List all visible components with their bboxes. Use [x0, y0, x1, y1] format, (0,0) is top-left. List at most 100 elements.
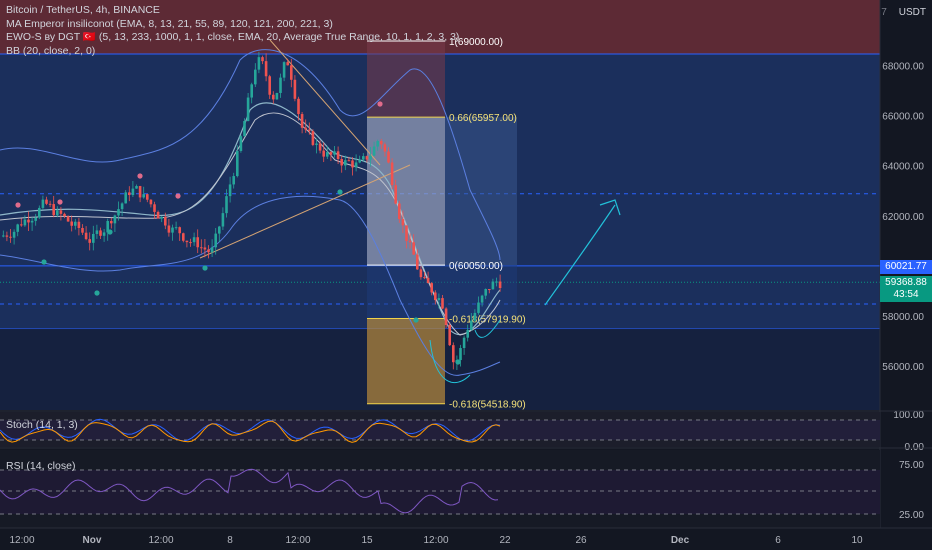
candle-body-63: [228, 184, 232, 197]
signal-dot-7: [377, 101, 383, 107]
candle-body-96: [347, 160, 351, 162]
price-tick-1: 66000.00: [882, 112, 924, 123]
signal-dot-6: [337, 189, 343, 195]
fib-zone-mid-right: [445, 117, 517, 266]
candle-body-128: [462, 337, 466, 349]
candle-body-46: [167, 225, 171, 233]
signal-dot-11: [202, 265, 208, 271]
candle-body-121: [437, 298, 441, 301]
candle-body-95: [344, 160, 347, 166]
candle-body-55: [200, 247, 203, 249]
candle-body-12: [45, 199, 48, 204]
candle-body-17: [63, 213, 66, 217]
candle-body-61: [221, 213, 225, 227]
candle-body-11: [41, 199, 45, 208]
candle-body-70: [254, 69, 257, 85]
candle-body-16: [59, 210, 63, 214]
candle-body-13: [48, 203, 52, 205]
candle-body-25: [92, 233, 95, 243]
candle-body-40: [146, 194, 149, 200]
candle-body-108: [390, 162, 394, 186]
candle-body-8: [30, 220, 34, 223]
indicator-ewo[interactable]: EWO-S ву DGT 🇹🇷 (5, 13, 233, 1000, 1, 1,…: [6, 31, 459, 45]
rsi-band: [0, 470, 880, 514]
time-label-10: 6: [775, 535, 781, 546]
candle-body-30: [110, 221, 113, 224]
fib-zone-bottom: [367, 318, 445, 404]
candle-body-38: [138, 186, 142, 198]
indicator-ma-emperor[interactable]: MA Emperor insiliconot (EMA, 8, 13, 21, …: [6, 18, 459, 32]
stoch-label[interactable]: Stoch (14, 1, 3): [6, 419, 78, 431]
candle-body-131: [473, 312, 477, 321]
candle-body-23: [84, 232, 88, 240]
indicator-bb[interactable]: BB (20, close, 2, 0): [6, 45, 459, 59]
candle-body-27: [99, 230, 102, 236]
candle-body-45: [164, 216, 167, 226]
candle-body-124: [448, 325, 451, 346]
candle-body-92: [333, 151, 336, 155]
last-price-tag: 59368.88 43:54: [880, 276, 932, 302]
candle-body-85: [308, 129, 311, 132]
candle-body-67: [243, 121, 246, 137]
candle-body-74: [268, 76, 271, 95]
candle-body-101: [365, 156, 369, 160]
signal-dot-5: [175, 193, 181, 199]
candle-body-73: [264, 61, 268, 77]
price-tick-6: 56000.00: [882, 362, 924, 373]
time-label-9: Dec: [671, 535, 690, 546]
candle-body-34: [124, 192, 127, 204]
candle-body-36: [131, 188, 135, 196]
candle-body-59: [214, 233, 217, 248]
candle-body-130: [470, 320, 473, 330]
candle-body-84: [304, 127, 307, 130]
price-tick-5: 58000.00: [882, 312, 924, 323]
candle-body-122: [441, 298, 444, 309]
time-label-3: 8: [227, 535, 233, 546]
candle-body-81: [293, 79, 297, 99]
fib-zone-mid: [367, 117, 445, 266]
symbol-title[interactable]: Bitcoin / TetherUS, 4h, BINANCE: [6, 4, 459, 18]
candle-body-138: [498, 281, 502, 289]
fib-label-1: 0.66(65957.00): [449, 113, 517, 124]
currency-prefix: 7: [881, 7, 887, 18]
chart-canvas[interactable]: 1(69000.00)0.66(65957.00)0(60050.00)-0.6…: [0, 0, 932, 550]
rsi-label[interactable]: RSI (14, close): [6, 460, 75, 472]
candle-body-83: [300, 114, 304, 128]
fib-label-4: -0.618(54518.90): [449, 400, 526, 411]
candle-body-44: [160, 216, 163, 219]
candle-body-107: [387, 151, 390, 163]
candle-body-79: [286, 62, 289, 66]
candle-body-119: [430, 283, 433, 293]
candle-body-69: [250, 84, 253, 98]
candle-body-26: [95, 230, 99, 234]
candle-body-89: [322, 150, 325, 157]
candle-body-7: [27, 219, 30, 223]
signal-dot-2: [94, 290, 100, 296]
signal-dot-4: [137, 173, 143, 179]
currency-label[interactable]: 7 USDT: [881, 7, 926, 18]
candle-body-71: [257, 57, 261, 70]
time-label-11: 10: [851, 535, 863, 546]
candle-body-64: [232, 176, 235, 185]
candle-body-100: [362, 156, 365, 160]
candle-body-116: [419, 269, 423, 278]
candle-body-114: [412, 242, 415, 255]
price-tick-3: 62000.00: [882, 212, 924, 223]
time-label-4: 12:00: [285, 535, 310, 546]
candle-body-37: [135, 186, 138, 189]
candle-body-93: [336, 151, 340, 159]
candle-body-47: [171, 227, 174, 233]
candle-body-109: [394, 185, 397, 204]
candle-body-9: [34, 217, 37, 221]
candle-body-105: [380, 141, 383, 145]
stoch-tick-top: 100.00: [893, 410, 924, 421]
price-tick-0: 68000.00: [882, 62, 924, 73]
candle-body-31: [113, 215, 117, 224]
candle-body-33: [120, 203, 124, 210]
bar-countdown: 43:54: [893, 289, 919, 300]
candle-body-127: [459, 348, 462, 361]
candle-body-10: [38, 207, 41, 218]
candle-body-118: [426, 277, 430, 284]
resistance-price-tag: 60021.77: [880, 260, 932, 274]
candle-body-19: [70, 221, 73, 226]
